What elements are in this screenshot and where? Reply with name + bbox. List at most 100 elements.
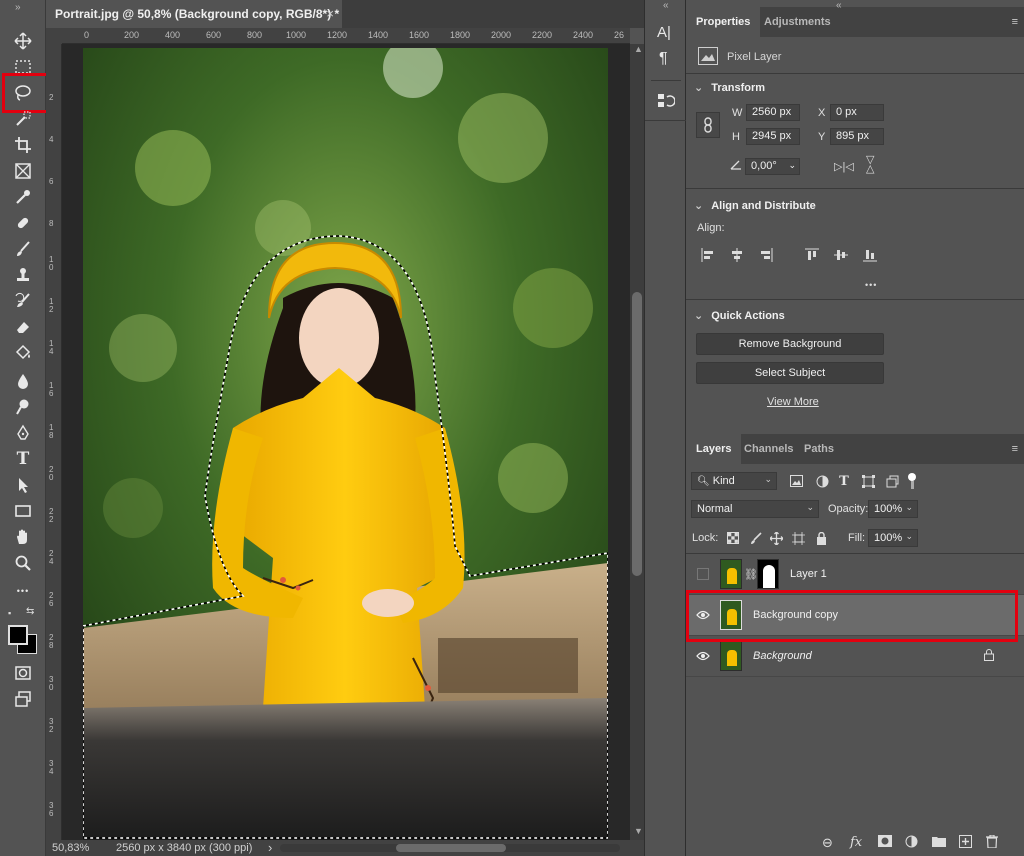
crop-tool-icon[interactable]: [11, 134, 35, 156]
scroll-up-icon[interactable]: ▲: [634, 44, 643, 54]
status-menu-arrow-icon[interactable]: ›: [268, 840, 272, 855]
layer-name[interactable]: Layer 1: [790, 568, 827, 580]
history-brush-tool-icon[interactable]: [11, 290, 35, 312]
foreground-color-swatch[interactable]: [8, 625, 28, 645]
layer-name[interactable]: Background: [753, 650, 812, 662]
vertical-ruler[interactable]: 2 4 6 8 1 0 1 2 1 4 1 6 1 8 2 0 2 2 2 4 …: [46, 44, 62, 840]
layer-row-layer-1[interactable]: ⛓︎ Layer 1: [686, 554, 1024, 595]
swap-colors-icon[interactable]: ⇆: [26, 606, 34, 617]
lock-all-icon[interactable]: [813, 530, 829, 546]
mask-link-icon[interactable]: ⛓︎: [744, 568, 758, 581]
delete-layer-icon[interactable]: [986, 834, 998, 851]
filter-adjustment-icon[interactable]: [814, 473, 830, 489]
transform-section-header[interactable]: ⌄ Transform: [694, 81, 765, 94]
collapsed-panels-strip: « A| ¶: [644, 0, 687, 856]
visibility-toggle-off[interactable]: [697, 568, 709, 580]
view-more-link[interactable]: View More: [767, 396, 819, 408]
layer-row-background[interactable]: Background: [686, 636, 1024, 677]
fx-icon[interactable]: fx: [850, 835, 862, 850]
paint-bucket-tool-icon[interactable]: [11, 342, 35, 364]
canvas-scroll-thumb[interactable]: [632, 292, 642, 576]
quick-mask-icon[interactable]: [11, 662, 35, 684]
tab-paths[interactable]: Paths: [794, 434, 844, 464]
layer-mask-thumbnail[interactable]: [757, 559, 779, 589]
horizontal-ruler[interactable]: 0 200 400 600 800 1000 1200 1400 1600 18…: [62, 28, 630, 44]
filter-kind-dropdown[interactable]: 🔍︎ Kind ⌄: [691, 472, 777, 490]
new-group-icon[interactable]: [932, 835, 946, 850]
lock-artboard-icon[interactable]: [790, 530, 806, 546]
lock-image-pixels-icon[interactable]: [747, 530, 763, 546]
horizontal-scroll-thumb[interactable]: [396, 844, 506, 852]
tab-adjustments[interactable]: Adjustments: [754, 7, 841, 37]
move-tool-icon[interactable]: [11, 30, 35, 52]
object-selection-tool-icon[interactable]: [11, 108, 35, 130]
opacity-field[interactable]: 100% ⌄: [868, 500, 918, 518]
width-field[interactable]: 2560 px: [746, 104, 800, 121]
filter-pixel-icon[interactable]: [788, 473, 804, 489]
align-bottom-icon[interactable]: [862, 247, 878, 263]
filter-type-icon[interactable]: T: [836, 473, 852, 489]
type-tool-icon[interactable]: T: [11, 448, 35, 470]
new-layer-icon[interactable]: [959, 835, 972, 851]
align-top-icon[interactable]: [804, 247, 820, 263]
align-section-header[interactable]: ⌄ Align and Distribute: [694, 199, 816, 212]
dodge-tool-icon[interactable]: [11, 396, 35, 418]
x-field[interactable]: 0 px: [830, 104, 884, 121]
remove-background-button[interactable]: Remove Background: [696, 333, 884, 355]
brush-tool-icon[interactable]: [11, 238, 35, 260]
close-document-icon[interactable]: ×: [326, 6, 334, 21]
link-dimensions-icon[interactable]: [696, 112, 720, 138]
history-panel-icon[interactable]: [657, 92, 676, 113]
frame-tool-icon[interactable]: [11, 160, 35, 182]
strip-collapse-icon[interactable]: «: [663, 0, 669, 11]
more-options-icon[interactable]: •••: [865, 280, 877, 290]
panel-menu-icon[interactable]: ≡: [1012, 443, 1018, 455]
align-horizontal-center-icon[interactable]: [729, 247, 745, 263]
more-tools-icon[interactable]: •••: [11, 580, 35, 602]
lock-position-icon[interactable]: [768, 530, 784, 546]
flip-horizontal-icon[interactable]: ▷|◁: [834, 160, 854, 173]
link-layers-icon[interactable]: ⊖: [822, 835, 833, 851]
y-field[interactable]: 895 px: [830, 128, 884, 145]
rectangle-tool-icon[interactable]: [11, 500, 35, 522]
fill-field[interactable]: 100% ⌄: [868, 529, 918, 547]
align-right-icon[interactable]: [758, 247, 774, 263]
dock-collapse-icon[interactable]: «: [836, 0, 842, 11]
screen-mode-icon[interactable]: [11, 688, 35, 710]
align-left-icon[interactable]: [700, 247, 716, 263]
align-vertical-center-icon[interactable]: [833, 247, 849, 263]
tab-properties[interactable]: Properties: [686, 7, 761, 37]
character-panel-icon[interactable]: A|: [657, 24, 671, 41]
eye-icon[interactable]: [696, 650, 710, 662]
eyedropper-tool-icon[interactable]: [11, 186, 35, 208]
add-mask-icon[interactable]: [878, 835, 892, 850]
path-selection-tool-icon[interactable]: [11, 474, 35, 496]
toolbar-collapse-icon[interactable]: »: [15, 2, 21, 13]
document-tab[interactable]: Portrait.jpg @ 50,8% (Background copy, R…: [46, 0, 342, 28]
canvas-area[interactable]: [62, 44, 630, 840]
height-field[interactable]: 2945 px: [746, 128, 800, 145]
filter-smart-object-icon[interactable]: [884, 473, 900, 489]
pen-tool-icon[interactable]: [11, 422, 35, 444]
paragraph-panel-icon[interactable]: ¶: [659, 50, 668, 68]
lock-transparent-pixels-icon[interactable]: [725, 530, 741, 546]
angle-field[interactable]: 0,00° ⌄: [745, 158, 800, 175]
blur-tool-icon[interactable]: [11, 370, 35, 392]
flip-vertical-icon[interactable]: ▽ △: [866, 155, 874, 175]
select-subject-button[interactable]: Select Subject: [696, 362, 884, 384]
zoom-tool-icon[interactable]: [11, 552, 35, 574]
filter-shape-icon[interactable]: [860, 473, 876, 489]
ruler-tick: 800: [247, 30, 263, 40]
scroll-down-icon[interactable]: ▼: [634, 826, 643, 836]
filter-toggle-icon[interactable]: [907, 473, 917, 489]
blend-mode-dropdown[interactable]: Normal ⌄: [691, 500, 819, 518]
panel-menu-icon[interactable]: ≡: [1012, 16, 1018, 28]
clone-stamp-tool-icon[interactable]: [11, 264, 35, 286]
healing-brush-tool-icon[interactable]: [11, 212, 35, 234]
quick-actions-section-header[interactable]: ⌄ Quick Actions: [694, 309, 785, 322]
default-colors-icon[interactable]: ▪: [8, 608, 11, 618]
adjustment-layer-icon[interactable]: [905, 835, 918, 851]
zoom-level[interactable]: 50,83%: [52, 842, 89, 854]
eraser-tool-icon[interactable]: [11, 316, 35, 338]
hand-tool-icon[interactable]: [11, 526, 35, 548]
